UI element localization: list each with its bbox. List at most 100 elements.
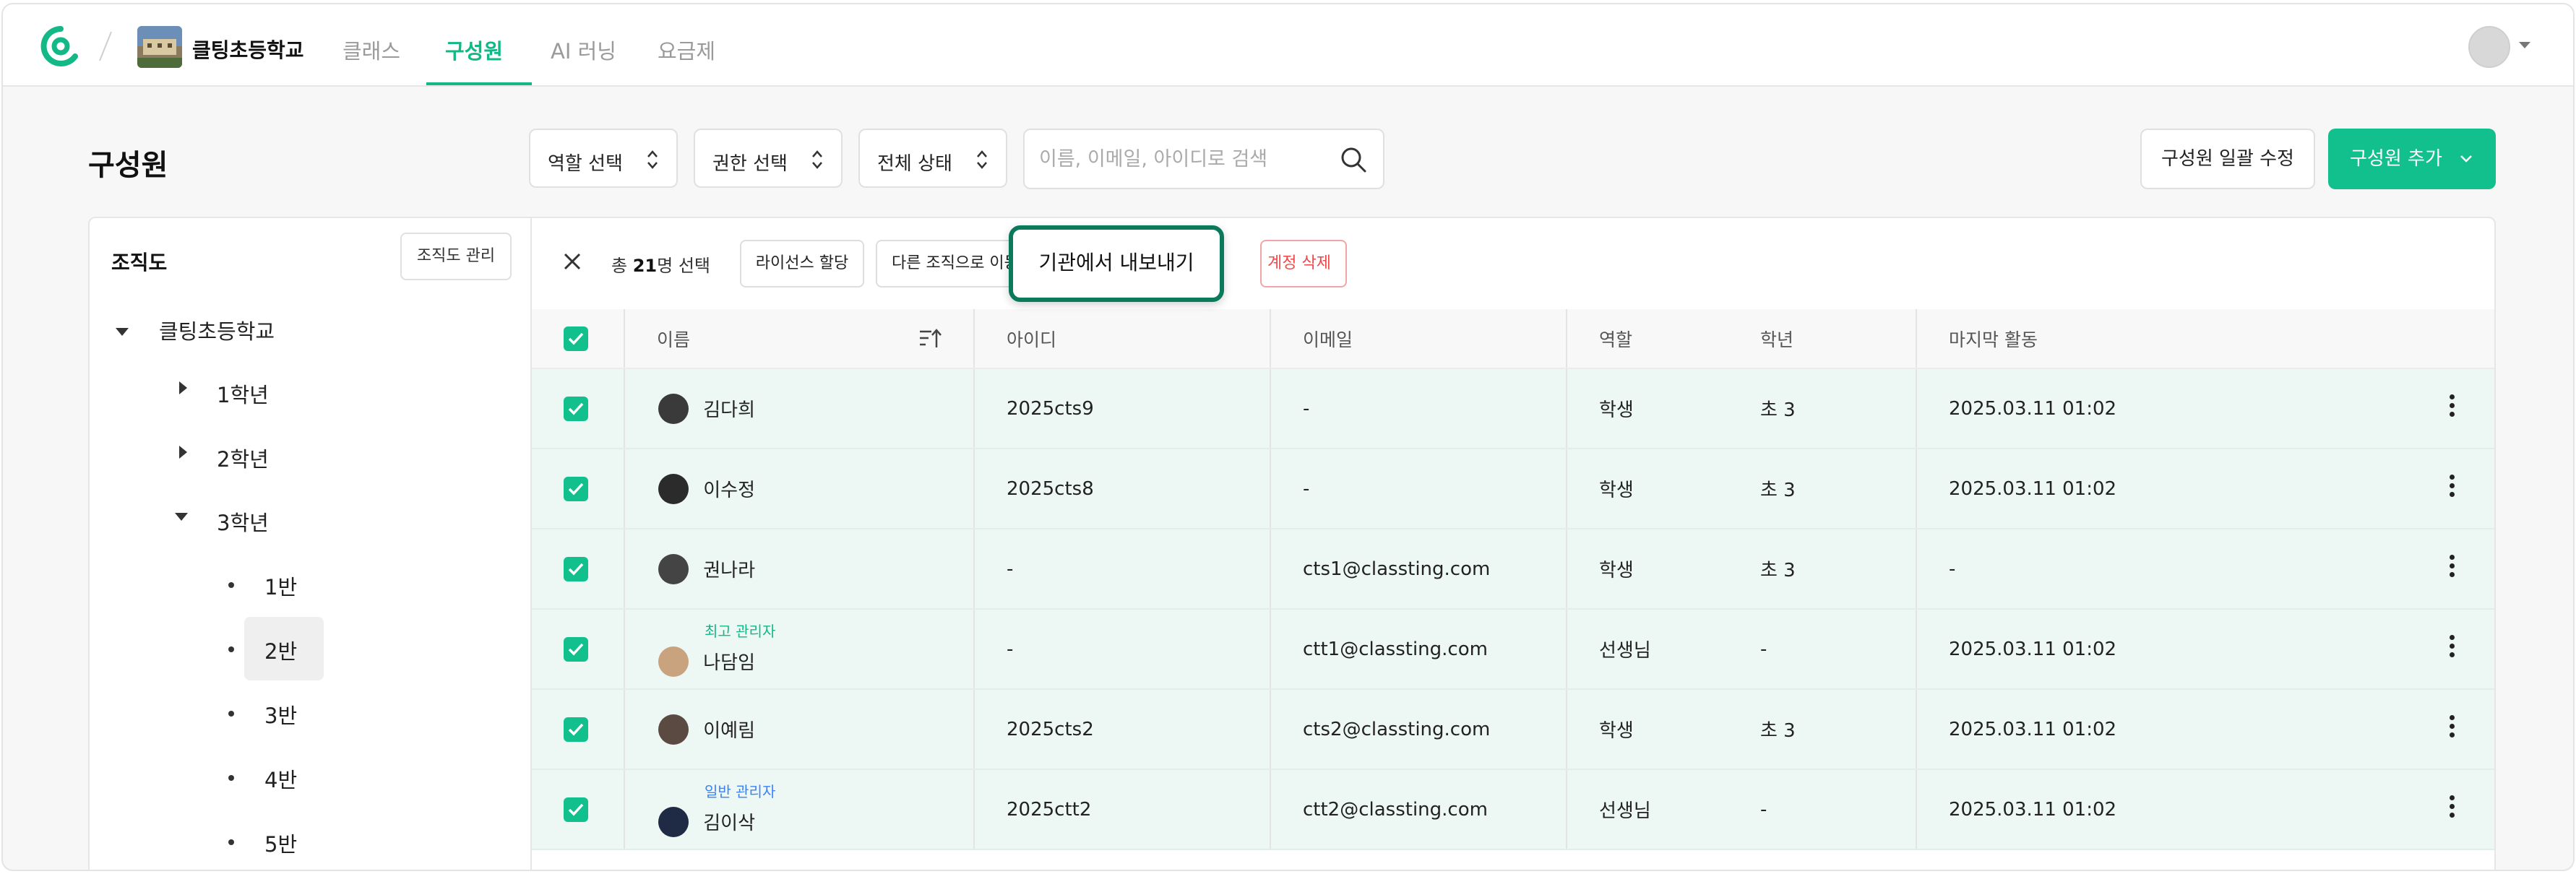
tree-grade-2[interactable]: 2학년 <box>217 443 269 473</box>
grade-header[interactable]: 학년 <box>1728 309 1917 369</box>
license-assign-button[interactable]: 라이선스 할당 <box>740 240 864 287</box>
user-avatar[interactable] <box>2468 26 2510 68</box>
grade-cell: - <box>1728 609 1917 690</box>
row-select-cell <box>532 529 625 610</box>
chevron-down-icon <box>2460 155 2472 163</box>
role-cell: 선생님 <box>1567 769 1728 850</box>
name-header-label: 이름 <box>657 329 691 350</box>
select-all-checkbox[interactable] <box>564 326 588 351</box>
row-actions-cell <box>2408 609 2494 690</box>
role-cell: 선생님 <box>1567 609 1728 690</box>
table-header-row: 이름 아이디 이메일 역할 학년 마지막 활동 <box>532 309 2494 369</box>
table-row[interactable]: 권나라 - cts1@classting.com 학생 초 3 - <box>532 529 2494 610</box>
tree-root[interactable]: 클팅초등학교 <box>159 315 275 345</box>
row-checkbox[interactable] <box>564 556 588 581</box>
table-row[interactable]: 김다희 2025cts9 - 학생 초 3 2025.03.11 01:02 <box>532 368 2494 449</box>
tree-class-2[interactable]: 2반 <box>264 635 297 665</box>
page-title: 구성원 <box>88 149 168 182</box>
tree-grade-3[interactable]: 3학년 <box>217 506 269 537</box>
email-header[interactable]: 이메일 <box>1270 309 1567 369</box>
table-row[interactable]: 최고 관리자 나담임 - ctt1@classting.com 선생님 - 20… <box>532 609 2494 690</box>
status-select[interactable]: 전체 상태 <box>858 129 1007 188</box>
caret-right-icon[interactable] <box>179 446 187 459</box>
tab-pricing[interactable]: 요금제 <box>658 35 715 65</box>
more-vertical-icon[interactable] <box>2450 475 2455 498</box>
grade-cell: 초 3 <box>1728 689 1917 770</box>
row-checkbox[interactable] <box>564 476 588 501</box>
tab-members[interactable]: 구성원 <box>445 35 503 65</box>
member-name[interactable]: 김이삭 <box>703 813 755 834</box>
member-name[interactable]: 이예림 <box>703 720 755 742</box>
selection-suffix: 명 선택 <box>657 256 711 276</box>
tree-class-3[interactable]: 3반 <box>264 699 297 730</box>
tab-classes[interactable]: 클래스 <box>343 35 400 65</box>
sort-icon[interactable] <box>918 328 942 350</box>
tab-ai-learning[interactable]: AI 러닝 <box>551 35 616 65</box>
id-cell: - <box>974 609 1271 690</box>
row-checkbox[interactable] <box>564 636 588 662</box>
id-header[interactable]: 아이디 <box>974 309 1271 369</box>
email-cell: cts2@classting.com <box>1270 689 1567 770</box>
tree-class-1[interactable]: 1반 <box>264 571 297 601</box>
manage-org-button[interactable]: 조직도 관리 <box>400 233 512 280</box>
caret-down-icon[interactable] <box>2519 42 2530 48</box>
bullet-icon <box>228 711 234 717</box>
top-nav: 클팅초등학교 클래스 구성원 AI 러닝 요금제 <box>3 4 2573 87</box>
tree-class-5[interactable]: 5반 <box>264 828 297 858</box>
school-image <box>137 26 182 68</box>
row-checkbox[interactable] <box>564 797 588 822</box>
more-vertical-icon[interactable] <box>2450 795 2455 818</box>
table-row[interactable]: 이예림 2025cts2 cts2@classting.com 학생 초 3 2… <box>532 689 2494 770</box>
more-vertical-icon[interactable] <box>2450 715 2455 738</box>
name-cell: 권나라 <box>624 529 975 610</box>
row-actions-cell <box>2408 769 2494 850</box>
more-vertical-icon[interactable] <box>2450 394 2455 417</box>
caret-down-icon[interactable] <box>116 328 129 336</box>
caret-down-icon[interactable] <box>175 513 188 521</box>
search-input[interactable] <box>1039 143 1328 175</box>
role-header[interactable]: 역할 <box>1567 309 1728 369</box>
export-from-org-button[interactable]: 기관에서 내보내기 <box>1009 225 1224 302</box>
table-row[interactable]: 일반 관리자 김이삭 2025ctt2 ctt2@classting.com 선… <box>532 769 2494 850</box>
bullet-icon <box>228 646 234 652</box>
more-vertical-icon[interactable] <box>2450 555 2455 578</box>
more-vertical-icon[interactable] <box>2450 635 2455 658</box>
tree-class-4[interactable]: 4반 <box>264 763 297 794</box>
row-checkbox[interactable] <box>564 396 588 421</box>
active-tab-indicator <box>426 82 532 85</box>
role-select[interactable]: 역할 선택 <box>529 129 678 188</box>
role-cell: 학생 <box>1567 368 1728 449</box>
member-name[interactable]: 김다희 <box>703 399 755 421</box>
caret-right-icon[interactable] <box>179 381 187 394</box>
school-name[interactable]: 클팅초등학교 <box>192 35 304 64</box>
add-member-button[interactable]: 구성원 추가 <box>2328 129 2496 189</box>
close-icon[interactable] <box>562 251 582 272</box>
search-box <box>1023 129 1384 189</box>
bulk-edit-button[interactable]: 구성원 일괄 수정 <box>2140 129 2315 189</box>
members-card: 조직도 조직도 관리 클팅초등학교 1학년 2학년 3학년 1반 2반 3반 4… <box>88 217 2496 870</box>
permission-select[interactable]: 권한 선택 <box>694 129 843 188</box>
id-cell: 2025cts8 <box>974 449 1271 529</box>
last-activity-cell: 2025.03.11 01:02 <box>1916 769 2408 850</box>
row-select-cell <box>532 769 625 850</box>
row-checkbox[interactable] <box>564 717 588 742</box>
last-activity-header[interactable]: 마지막 활동 <box>1916 309 2408 369</box>
members-table: 이름 아이디 이메일 역할 학년 마지막 활동 김다희 2025cts9 - 학… <box>532 309 2494 850</box>
move-org-button[interactable]: 다른 조직으로 이동 <box>876 240 1028 287</box>
name-header[interactable]: 이름 <box>624 309 975 369</box>
member-name[interactable]: 이수정 <box>703 480 755 501</box>
id-cell: - <box>974 529 1271 610</box>
avatar <box>658 393 689 424</box>
avatar <box>658 714 689 745</box>
member-name[interactable]: 나담임 <box>703 652 755 674</box>
members-content: 총 21명 선택 라이선스 할당 다른 조직으로 이동 계정 삭제 이름 아이디… <box>532 218 2494 870</box>
row-select-cell <box>532 689 625 770</box>
table-row[interactable]: 이수정 2025cts8 - 학생 초 3 2025.03.11 01:02 <box>532 449 2494 529</box>
member-name[interactable]: 권나라 <box>703 560 755 581</box>
classting-logo-icon[interactable] <box>39 25 82 68</box>
delete-account-button[interactable]: 계정 삭제 <box>1260 240 1347 287</box>
search-icon[interactable] <box>1338 144 1369 175</box>
tree-grade-1[interactable]: 1학년 <box>217 378 269 409</box>
row-actions-cell <box>2408 449 2494 529</box>
permission-select-label: 권한 선택 <box>712 153 788 175</box>
